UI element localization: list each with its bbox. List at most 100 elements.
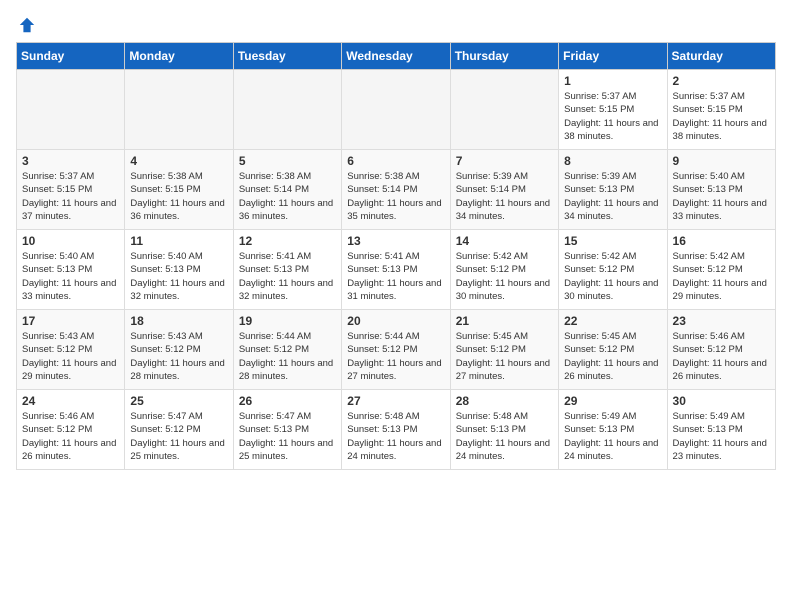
- calendar-cell: 13 Sunrise: 5:41 AM Sunset: 5:13 PM Dayli…: [342, 230, 450, 310]
- calendar-cell: 20 Sunrise: 5:44 AM Sunset: 5:12 PM Dayli…: [342, 310, 450, 390]
- calendar-cell: 7Sunrise: 5:39 AM Sunset: 5:14 PM Daylig…: [450, 150, 558, 230]
- day-number: 15: [564, 234, 661, 248]
- day-number: 17: [22, 314, 119, 328]
- day-info: Sunrise: 5:42 AM Sunset: 5:12 PM Dayligh…: [673, 250, 770, 303]
- calendar-cell: 28 Sunrise: 5:48 AM Sunset: 5:13 PM Dayli…: [450, 390, 558, 470]
- calendar-cell: 16Sunrise: 5:42 AM Sunset: 5:12 PM Dayli…: [667, 230, 775, 310]
- calendar-cell: [125, 70, 233, 150]
- calendar-cell: 2 Sunrise: 5:37 AM Sunset: 5:15 PM Daylig…: [667, 70, 775, 150]
- weekday-header-monday: Monday: [125, 43, 233, 70]
- calendar-cell: 3 Sunrise: 5:37 AM Sunset: 5:15 PM Daylig…: [17, 150, 125, 230]
- day-info: Sunrise: 5:48 AM Sunset: 5:13 PM Dayligh…: [347, 410, 444, 463]
- day-info: Sunrise: 5:43 AM Sunset: 5:12 PM Dayligh…: [22, 330, 119, 383]
- day-number: 28: [456, 394, 553, 408]
- day-info: Sunrise: 5:46 AM Sunset: 5:12 PM Dayligh…: [22, 410, 119, 463]
- calendar-cell: [450, 70, 558, 150]
- day-info: Sunrise: 5:37 AM Sunset: 5:15 PM Dayligh…: [564, 90, 661, 143]
- day-info: Sunrise: 5:40 AM Sunset: 5:13 PM Dayligh…: [673, 170, 770, 223]
- day-info: Sunrise: 5:40 AM Sunset: 5:13 PM Dayligh…: [22, 250, 119, 303]
- day-number: 23: [673, 314, 770, 328]
- day-info: Sunrise: 5:45 AM Sunset: 5:12 PM Dayligh…: [564, 330, 661, 383]
- calendar-cell: 17 Sunrise: 5:43 AM Sunset: 5:12 PM Dayli…: [17, 310, 125, 390]
- day-number: 3: [22, 154, 119, 168]
- day-number: 8: [564, 154, 661, 168]
- day-number: 14: [456, 234, 553, 248]
- logo: [16, 16, 36, 34]
- calendar-cell: 25 Sunrise: 5:47 AM Sunset: 5:12 PM Dayli…: [125, 390, 233, 470]
- calendar-week-row: 24 Sunrise: 5:46 AM Sunset: 5:12 PM Dayli…: [17, 390, 776, 470]
- day-number: 20: [347, 314, 444, 328]
- calendar-cell: 9 Sunrise: 5:40 AM Sunset: 5:13 PM Daylig…: [667, 150, 775, 230]
- day-number: 26: [239, 394, 336, 408]
- day-number: 4: [130, 154, 227, 168]
- day-number: 10: [22, 234, 119, 248]
- calendar-week-row: 1 Sunrise: 5:37 AM Sunset: 5:15 PM Daylig…: [17, 70, 776, 150]
- calendar-cell: 23Sunrise: 5:46 AM Sunset: 5:12 PM Dayli…: [667, 310, 775, 390]
- day-number: 11: [130, 234, 227, 248]
- calendar-cell: 1 Sunrise: 5:37 AM Sunset: 5:15 PM Daylig…: [559, 70, 667, 150]
- calendar-cell: 10 Sunrise: 5:40 AM Sunset: 5:13 PM Dayli…: [17, 230, 125, 310]
- day-number: 25: [130, 394, 227, 408]
- calendar-week-row: 17 Sunrise: 5:43 AM Sunset: 5:12 PM Dayli…: [17, 310, 776, 390]
- day-number: 6: [347, 154, 444, 168]
- weekday-header-row: SundayMondayTuesdayWednesdayThursdayFrid…: [17, 43, 776, 70]
- day-number: 1: [564, 74, 661, 88]
- calendar-cell: 6Sunrise: 5:38 AM Sunset: 5:14 PM Daylig…: [342, 150, 450, 230]
- calendar-cell: 12 Sunrise: 5:41 AM Sunset: 5:13 PM Dayli…: [233, 230, 341, 310]
- calendar-cell: 4 Sunrise: 5:38 AM Sunset: 5:15 PM Daylig…: [125, 150, 233, 230]
- day-info: Sunrise: 5:37 AM Sunset: 5:15 PM Dayligh…: [673, 90, 770, 143]
- day-info: Sunrise: 5:41 AM Sunset: 5:13 PM Dayligh…: [239, 250, 336, 303]
- day-info: Sunrise: 5:48 AM Sunset: 5:13 PM Dayligh…: [456, 410, 553, 463]
- calendar-cell: 8 Sunrise: 5:39 AM Sunset: 5:13 PM Daylig…: [559, 150, 667, 230]
- day-number: 18: [130, 314, 227, 328]
- weekday-header-wednesday: Wednesday: [342, 43, 450, 70]
- day-info: Sunrise: 5:45 AM Sunset: 5:12 PM Dayligh…: [456, 330, 553, 383]
- calendar-cell: [342, 70, 450, 150]
- day-number: 21: [456, 314, 553, 328]
- day-info: Sunrise: 5:40 AM Sunset: 5:13 PM Dayligh…: [130, 250, 227, 303]
- calendar-cell: 11 Sunrise: 5:40 AM Sunset: 5:13 PM Dayli…: [125, 230, 233, 310]
- day-number: 22: [564, 314, 661, 328]
- calendar-cell: 29 Sunrise: 5:49 AM Sunset: 5:13 PM Dayli…: [559, 390, 667, 470]
- day-number: 12: [239, 234, 336, 248]
- calendar-cell: 30 Sunrise: 5:49 AM Sunset: 5:13 PM Dayli…: [667, 390, 775, 470]
- day-info: Sunrise: 5:49 AM Sunset: 5:13 PM Dayligh…: [564, 410, 661, 463]
- day-number: 29: [564, 394, 661, 408]
- calendar-week-row: 3 Sunrise: 5:37 AM Sunset: 5:15 PM Daylig…: [17, 150, 776, 230]
- calendar-cell: 18 Sunrise: 5:43 AM Sunset: 5:12 PM Dayli…: [125, 310, 233, 390]
- calendar-cell: 5 Sunrise: 5:38 AM Sunset: 5:14 PM Daylig…: [233, 150, 341, 230]
- calendar-cell: 15 Sunrise: 5:42 AM Sunset: 5:12 PM Dayli…: [559, 230, 667, 310]
- day-number: 30: [673, 394, 770, 408]
- weekday-header-thursday: Thursday: [450, 43, 558, 70]
- weekday-header-saturday: Saturday: [667, 43, 775, 70]
- calendar-cell: [233, 70, 341, 150]
- day-number: 24: [22, 394, 119, 408]
- day-number: 7: [456, 154, 553, 168]
- day-number: 19: [239, 314, 336, 328]
- logo-icon: [18, 16, 36, 34]
- calendar-week-row: 10 Sunrise: 5:40 AM Sunset: 5:13 PM Dayli…: [17, 230, 776, 310]
- day-info: Sunrise: 5:38 AM Sunset: 5:15 PM Dayligh…: [130, 170, 227, 223]
- day-number: 2: [673, 74, 770, 88]
- calendar-cell: 22 Sunrise: 5:45 AM Sunset: 5:12 PM Dayli…: [559, 310, 667, 390]
- day-info: Sunrise: 5:47 AM Sunset: 5:12 PM Dayligh…: [130, 410, 227, 463]
- weekday-header-friday: Friday: [559, 43, 667, 70]
- day-info: Sunrise: 5:41 AM Sunset: 5:13 PM Dayligh…: [347, 250, 444, 303]
- day-number: 13: [347, 234, 444, 248]
- calendar-cell: 27Sunrise: 5:48 AM Sunset: 5:13 PM Dayli…: [342, 390, 450, 470]
- day-info: Sunrise: 5:44 AM Sunset: 5:12 PM Dayligh…: [239, 330, 336, 383]
- day-info: Sunrise: 5:37 AM Sunset: 5:15 PM Dayligh…: [22, 170, 119, 223]
- day-info: Sunrise: 5:49 AM Sunset: 5:13 PM Dayligh…: [673, 410, 770, 463]
- day-number: 5: [239, 154, 336, 168]
- page-header: [16, 16, 776, 34]
- day-info: Sunrise: 5:43 AM Sunset: 5:12 PM Dayligh…: [130, 330, 227, 383]
- calendar-cell: 21 Sunrise: 5:45 AM Sunset: 5:12 PM Dayli…: [450, 310, 558, 390]
- calendar-table: SundayMondayTuesdayWednesdayThursdayFrid…: [16, 42, 776, 470]
- day-info: Sunrise: 5:39 AM Sunset: 5:13 PM Dayligh…: [564, 170, 661, 223]
- day-info: Sunrise: 5:42 AM Sunset: 5:12 PM Dayligh…: [564, 250, 661, 303]
- day-info: Sunrise: 5:38 AM Sunset: 5:14 PM Dayligh…: [239, 170, 336, 223]
- calendar-cell: 24 Sunrise: 5:46 AM Sunset: 5:12 PM Dayli…: [17, 390, 125, 470]
- day-info: Sunrise: 5:42 AM Sunset: 5:12 PM Dayligh…: [456, 250, 553, 303]
- day-info: Sunrise: 5:44 AM Sunset: 5:12 PM Dayligh…: [347, 330, 444, 383]
- day-number: 9: [673, 154, 770, 168]
